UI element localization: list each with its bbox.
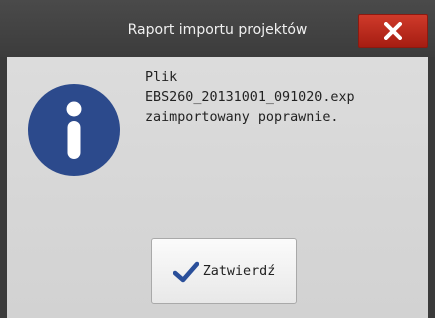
close-icon <box>384 22 402 40</box>
close-button[interactable] <box>358 14 428 48</box>
confirm-button[interactable]: Zatwierdź <box>151 238 297 304</box>
message-line: Plik <box>145 70 178 85</box>
dialog-content: Plik EBS260_20131001_091020.exp zaimport… <box>7 57 428 318</box>
dialog-titlebar: Raport importu projektów <box>0 0 435 57</box>
info-icon <box>28 84 120 176</box>
import-message: Plik EBS260_20131001_091020.exp zaimport… <box>145 68 425 128</box>
import-report-dialog: Raport importu projektów Plik EBS260_201… <box>0 0 435 318</box>
message-filename: EBS260_20131001_091020.exp <box>145 90 355 105</box>
confirm-button-label: Zatwierdź <box>202 263 276 279</box>
message-line: zaimportowany poprawnie. <box>145 110 339 125</box>
checkmark-icon <box>172 261 199 283</box>
